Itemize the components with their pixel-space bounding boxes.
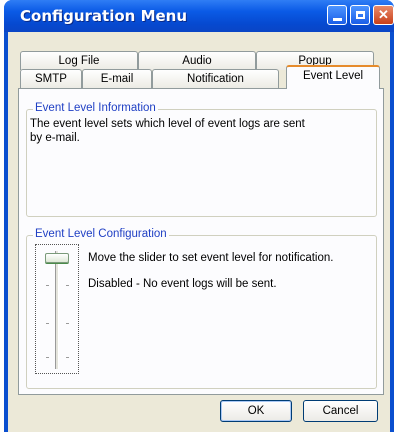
- slider-instruction: Move the slider to set event level for n…: [88, 252, 334, 264]
- window: Configuration Menu ✕ Log File Audio Popu…: [4, 0, 394, 432]
- tab-event-level[interactable]: Event Level: [286, 65, 380, 89]
- information-text-line-1: The event level sets which level of even…: [30, 118, 305, 130]
- event-level-slider[interactable]: [35, 244, 79, 374]
- close-button[interactable]: ✕: [373, 5, 394, 25]
- tab-log-file[interactable]: Log File: [20, 51, 138, 70]
- cancel-button[interactable]: Cancel: [303, 400, 378, 422]
- tab-email[interactable]: E-mail: [82, 69, 152, 88]
- event-level-configuration-group: Event Level Configuration Move the slide…: [26, 228, 377, 389]
- slider-tick: [46, 357, 49, 358]
- ok-button[interactable]: OK: [220, 400, 292, 422]
- window-title: Configuration Menu: [20, 7, 188, 25]
- minimize-button[interactable]: [327, 5, 347, 25]
- maximize-button[interactable]: [350, 5, 370, 25]
- tab-smtp[interactable]: SMTP: [20, 69, 82, 88]
- tab-notification[interactable]: Notification: [152, 69, 279, 88]
- close-icon: ✕: [378, 7, 389, 22]
- information-text-line-2: by e-mail.: [30, 132, 80, 144]
- maximize-icon: [355, 11, 365, 19]
- dialog-body: Log File Audio Popup SMTP E-mail Notific…: [8, 32, 390, 432]
- minimize-icon: [332, 17, 342, 21]
- event-level-information-group: Event Level Information The event level …: [26, 102, 377, 217]
- slider-tick: [46, 285, 49, 286]
- tab-panel-event-level: Event Level Information The event level …: [18, 88, 384, 395]
- event-level-status: Disabled - No event logs will be sent.: [88, 278, 277, 290]
- slider-track: [55, 251, 59, 369]
- event-level-information-label: Event Level Information: [33, 102, 158, 114]
- title-bar[interactable]: Configuration Menu ✕: [4, 0, 394, 32]
- slider-tick: [46, 323, 49, 324]
- slider-tick: [66, 357, 69, 358]
- tab-audio[interactable]: Audio: [138, 51, 256, 70]
- event-level-configuration-label: Event Level Configuration: [33, 228, 169, 240]
- slider-tick: [66, 285, 69, 286]
- slider-tick: [66, 323, 69, 324]
- slider-thumb[interactable]: [45, 253, 69, 263]
